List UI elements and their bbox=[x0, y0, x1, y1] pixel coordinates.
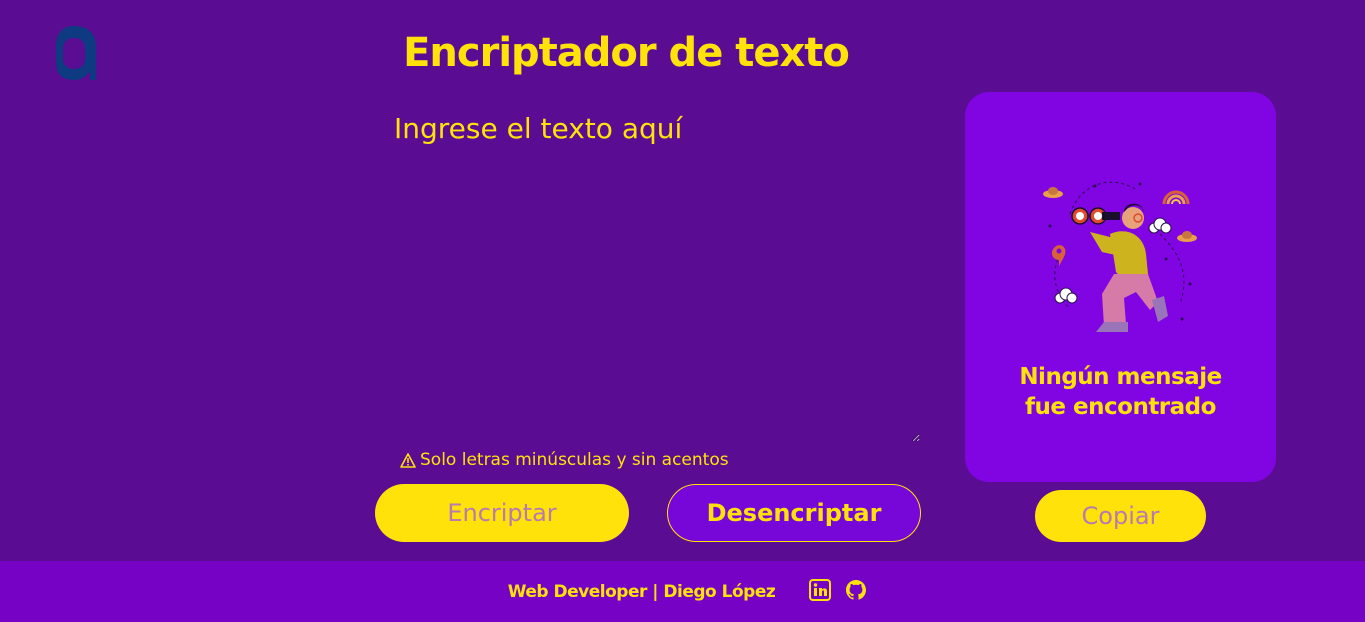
empty-message-line-2: fue encontrado bbox=[1025, 394, 1216, 420]
warning-note: Solo letras minúsculas y sin acentos bbox=[400, 450, 729, 470]
warning-text: Solo letras minúsculas y sin acentos bbox=[420, 450, 729, 470]
copy-button[interactable]: Copiar bbox=[1035, 490, 1206, 542]
github-link[interactable] bbox=[845, 579, 867, 601]
linkedin-icon bbox=[809, 578, 832, 601]
resize-handle-icon[interactable] bbox=[1266, 472, 1274, 480]
footer-credit: Web Developer | Diego López bbox=[507, 581, 776, 602]
alura-logo bbox=[52, 22, 96, 84]
footer: Web Developer | Diego López bbox=[0, 561, 1365, 622]
binoculars-person-illustration bbox=[1040, 174, 1205, 344]
empty-message-line-1: Ningún mensaje bbox=[1019, 364, 1222, 390]
page-title: Encriptador de texto bbox=[403, 30, 850, 76]
encrypt-button[interactable]: Encriptar bbox=[375, 484, 629, 542]
social-links bbox=[809, 578, 867, 601]
linkedin-link[interactable] bbox=[809, 578, 832, 601]
empty-output-message: Ningún mensaje fue encontrado bbox=[965, 362, 1276, 422]
text-input[interactable] bbox=[390, 108, 920, 442]
decrypt-button[interactable]: Desencriptar bbox=[667, 484, 921, 542]
github-icon bbox=[846, 579, 867, 600]
output-panel[interactable]: Ningún mensaje fue encontrado bbox=[965, 92, 1276, 482]
warning-icon bbox=[400, 452, 416, 468]
